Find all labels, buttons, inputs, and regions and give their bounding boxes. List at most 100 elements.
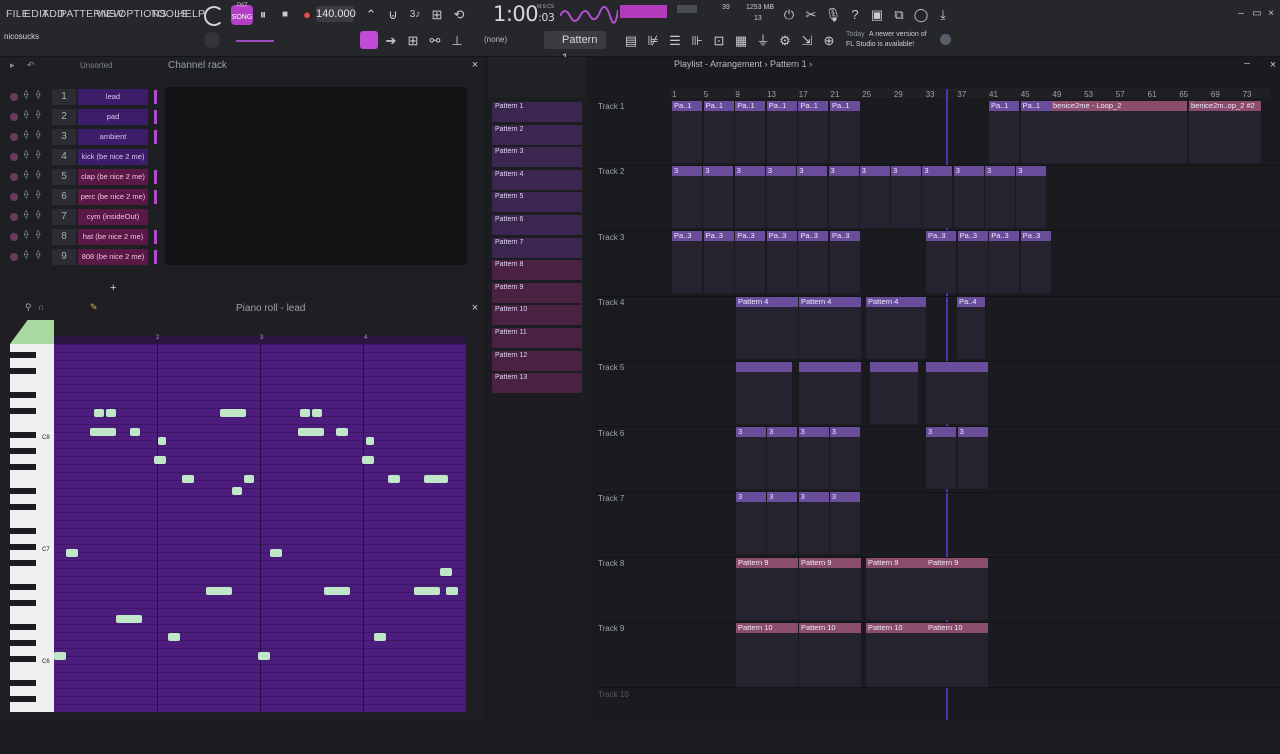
channel-pan-knob[interactable]: ⟠ <box>24 129 28 140</box>
playlist-clip[interactable]: Pa..1 <box>672 101 702 163</box>
black-key[interactable] <box>10 696 36 702</box>
pattern-list-item[interactable]: Pattern 11 <box>492 328 582 348</box>
pattern-list-item[interactable]: Pattern 1 <box>492 102 582 122</box>
playlist-clip[interactable]: Pattern 10 <box>736 623 798 687</box>
playlist-clip[interactable]: Pa..3 <box>703 231 734 293</box>
midi-note[interactable] <box>324 587 350 595</box>
playlist-clip[interactable]: Pa..3 <box>830 231 860 293</box>
midi-note[interactable] <box>270 549 282 557</box>
channel-rack-icon[interactable]: ☰ <box>666 32 684 50</box>
black-key[interactable] <box>10 584 36 590</box>
pattern-list-item[interactable]: Pattern 2 <box>492 124 582 145</box>
playlist-clip[interactable]: Pa..3 <box>957 231 988 293</box>
black-key[interactable] <box>10 544 36 550</box>
midi-note[interactable] <box>258 652 270 660</box>
track-label[interactable]: Track 8 <box>598 559 624 568</box>
playlist-clip[interactable]: Pa..1 <box>703 101 734 163</box>
channel-vol-knob[interactable]: ⟠ <box>36 109 40 120</box>
stop-icon[interactable]: ■ <box>276 6 294 24</box>
link-icon[interactable]: ⚯ <box>426 32 444 50</box>
pencil-icon[interactable]: ✎ <box>90 302 98 313</box>
help-icon[interactable]: ? <box>846 6 864 24</box>
shop-icon[interactable]: ⊕ <box>820 32 838 50</box>
channel-name-button[interactable]: clap (be nice 2 me) <box>78 169 148 185</box>
playlist-clip[interactable]: 3 <box>767 492 798 554</box>
playlist-clip[interactable]: 3 <box>859 166 890 228</box>
playlist-clip[interactable]: Pa..3 <box>926 231 956 293</box>
pattern-list-item[interactable]: Pattern 12 <box>492 350 582 371</box>
channel-select-marker[interactable] <box>154 110 157 124</box>
channel-pan-knob[interactable]: ⟠ <box>24 249 28 260</box>
audio-clip[interactable]: benice2me - Loop_2 <box>1051 101 1187 163</box>
midi-note[interactable] <box>154 456 166 464</box>
playlist-clip[interactable]: Pattern 10 <box>866 623 926 687</box>
pianoroll-ruler[interactable]: 2 3 4 <box>54 335 466 344</box>
playlist-clip[interactable]: 3 <box>765 166 796 228</box>
playlist-clip[interactable]: 3 <box>1016 166 1047 228</box>
channel-name-button[interactable]: ambient <box>78 129 148 145</box>
playlist-clip[interactable]: 3 <box>798 492 829 554</box>
pattern-list-item[interactable]: Pattern 13 <box>492 373 582 394</box>
playlist-icon[interactable]: ▤ <box>622 32 640 50</box>
playlist-clip[interactable]: Pa..3 <box>766 231 797 293</box>
playlist-clip[interactable]: Pattern 10 <box>926 623 988 687</box>
playlist-clip[interactable]: 3 <box>672 166 702 228</box>
playlist-clip[interactable]: Pattern 9 <box>926 558 988 620</box>
channel-select-marker[interactable] <box>154 250 157 264</box>
playlist-clip[interactable]: Pattern 4 <box>799 297 861 359</box>
playlist-track-row[interactable] <box>596 297 1280 362</box>
track-label[interactable]: Track 4 <box>598 298 624 307</box>
pattern-list-item[interactable]: Pattern 3 <box>492 147 582 168</box>
channel-mute-led[interactable] <box>10 113 18 121</box>
midi-note[interactable] <box>244 475 254 483</box>
channel-name-button[interactable]: perc (be nice 2 me) <box>78 189 148 205</box>
midi-note[interactable] <box>182 475 194 483</box>
midi-note[interactable] <box>366 437 374 445</box>
rack-close-icon[interactable]: × <box>466 56 484 74</box>
snap-icon[interactable]: ⊞ <box>404 32 422 50</box>
channel-mixer-track[interactable]: 3 <box>52 129 76 145</box>
channel-pan-knob[interactable]: ⟠ <box>24 149 28 160</box>
plugin-picker-icon[interactable]: ▦ <box>732 32 750 50</box>
channel-filter[interactable]: Unsorted <box>80 61 112 70</box>
pattern-list-item[interactable]: Pattern 6 <box>492 215 582 235</box>
save-icon[interactable]: ▣ <box>868 6 886 24</box>
playlist-clip[interactable]: Pa..1 <box>766 101 797 163</box>
playlist-clip[interactable]: Pattern 10 <box>799 623 861 687</box>
black-key[interactable] <box>10 640 36 646</box>
midi-note[interactable] <box>440 568 452 576</box>
pattern-list-item[interactable]: Pattern 9 <box>492 282 582 303</box>
playlist-clip[interactable]: 3 <box>891 166 922 228</box>
channel-pan-knob[interactable]: ⟠ <box>24 109 28 120</box>
countdown-icon[interactable]: 3♪ <box>406 6 424 24</box>
midi-note[interactable] <box>106 409 116 417</box>
playlist-clip[interactable]: 3 <box>734 166 765 228</box>
playlist-clip[interactable]: Pattern 4 <box>736 297 798 359</box>
playlist-clip[interactable]: 3 <box>985 166 1015 228</box>
channel-row[interactable]: ⟠ ⟠ 4 kick (be nice 2 me) <box>10 149 160 167</box>
playlist-clip[interactable]: Pa..3 <box>798 231 829 293</box>
channel-mute-led[interactable] <box>10 253 18 261</box>
playlist-clip[interactable]: 3 <box>767 427 798 489</box>
rack-options-icon[interactable]: ▸ <box>10 60 15 71</box>
download-icon[interactable]: ⤓ <box>934 6 952 24</box>
black-key[interactable] <box>10 368 36 374</box>
black-key[interactable] <box>10 488 36 494</box>
playlist-clip[interactable]: Pa..3 <box>672 231 702 293</box>
midi-note[interactable] <box>362 456 374 464</box>
pattern-list-item[interactable]: Pattern 4 <box>492 169 582 190</box>
tempo-display[interactable]: 140.000 <box>316 6 356 22</box>
mixer-icon[interactable]: ⊪ <box>688 32 706 50</box>
channel-mute-led[interactable] <box>10 133 18 141</box>
playlist-track-row[interactable] <box>596 689 1280 754</box>
black-key[interactable] <box>10 528 36 534</box>
playlist-close-icon[interactable]: × <box>1264 56 1280 74</box>
channel-name-button[interactable]: kick (be nice 2 me) <box>78 149 148 165</box>
loop-record-icon[interactable]: ⟲ <box>450 6 468 24</box>
news-text-1[interactable]: A newer version of <box>869 31 927 38</box>
playlist-clip[interactable]: Pa..3 <box>735 231 766 293</box>
channel-name-button[interactable]: pad <box>78 109 148 125</box>
black-key[interactable] <box>10 408 36 414</box>
midi-note[interactable] <box>102 428 116 436</box>
track-label[interactable]: Track 3 <box>598 233 624 242</box>
